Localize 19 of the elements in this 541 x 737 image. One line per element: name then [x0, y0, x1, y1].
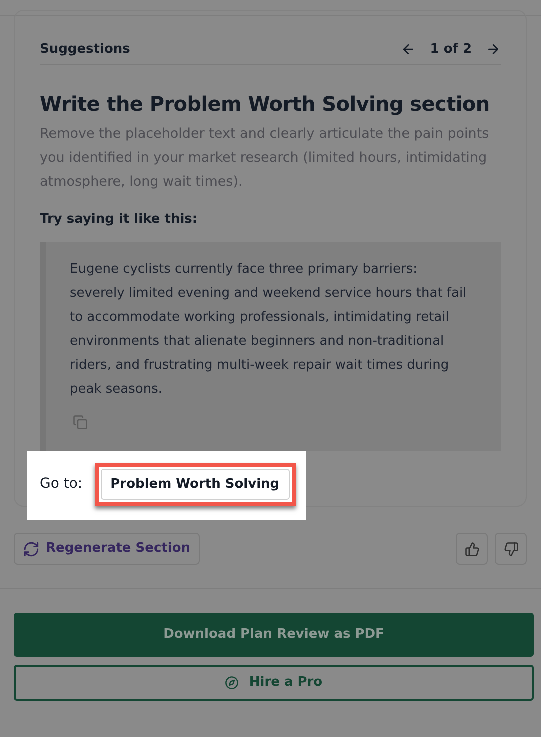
thumbs-up-icon [464, 542, 480, 556]
example-text: Eugene cyclists currently face three primary barriers: severely limited evening and weekend service hours that fail to accommodate working professionals, intimidating retail environments that alienate beginners and non-traditional riders, and frustrating multi-week repair wait times during peak seasons. [70, 260, 467, 398]
thumbs-up-button[interactable] [456, 533, 488, 565]
goto-label: Go to: [40, 474, 83, 494]
page-counter: 1 of 2 [430, 40, 472, 59]
refresh-icon [23, 540, 40, 558]
goto-button[interactable]: Problem Worth Solving [100, 468, 290, 500]
thumbs-down-icon [504, 542, 518, 556]
thumbs-down-button[interactable] [495, 533, 527, 565]
previous-icon[interactable] [401, 42, 416, 57]
suggestion-description: Remove the placeholder text and clearly articulate the pain points you identified in your market research (limited hours, intimidating atmosphere, long wait times). [40, 125, 490, 192]
example-label: Try saying it like this: [40, 211, 199, 229]
suggestion-heading: Write the Problem Worth Solving section [40, 91, 491, 118]
download-button[interactable]: Download Plan Review as PDF [14, 613, 534, 657]
regenerate-button[interactable]: Regenerate Section [14, 533, 200, 565]
compass-icon [225, 676, 240, 690]
next-icon[interactable] [486, 42, 501, 57]
hire-button[interactable]: Hire a Pro [14, 665, 534, 701]
panel-title: Suggestions [40, 40, 130, 59]
